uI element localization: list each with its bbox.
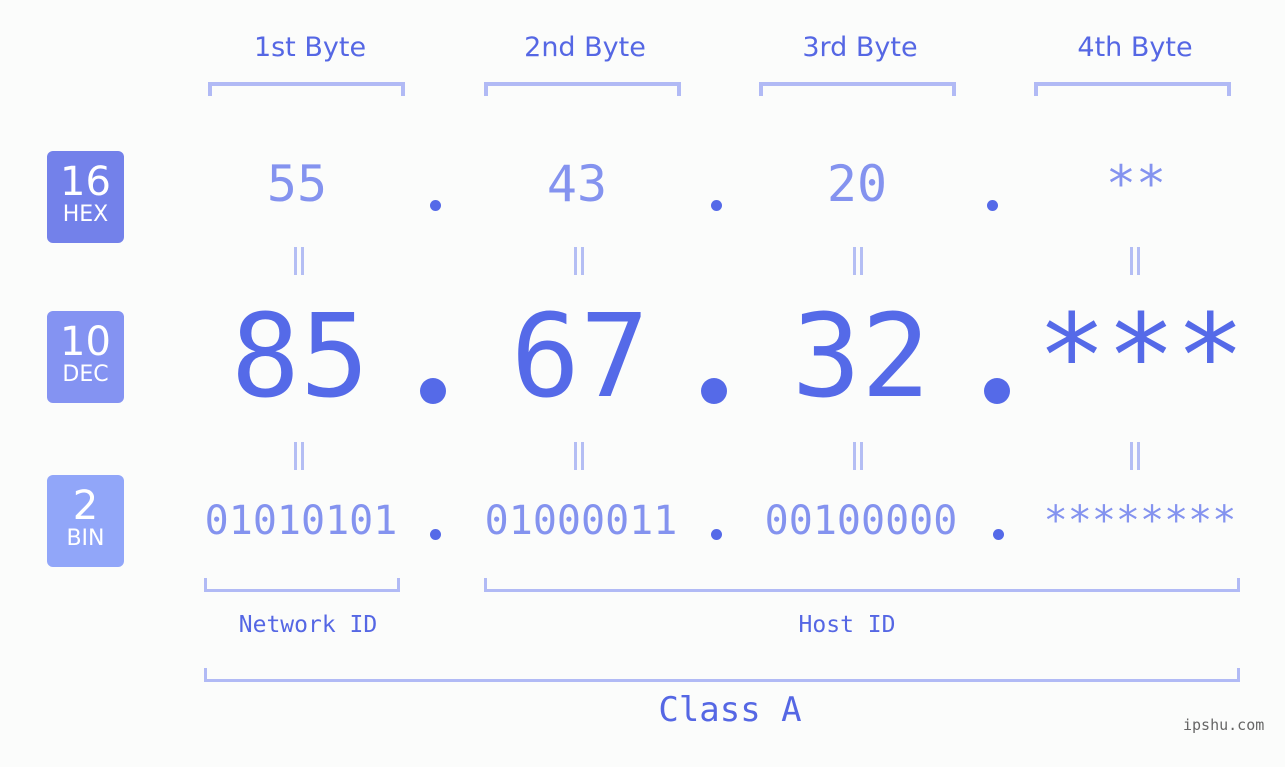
bin-label: BIN: [66, 526, 105, 551]
hex-byte-1: 55: [266, 155, 328, 213]
byte-bracket-2: [484, 82, 681, 96]
bin-base: 2: [72, 483, 99, 529]
hex-separator-dot: [430, 200, 441, 211]
bin-byte-1: 01010101: [204, 498, 398, 544]
class-label: Class A: [658, 690, 802, 730]
bin-badge: 2 BIN: [47, 475, 124, 567]
hex-badge: 16 HEX: [47, 151, 124, 243]
dec-byte-1: 85: [230, 290, 370, 424]
hex-byte-3: 20: [826, 155, 888, 213]
hex-byte-4: **: [1105, 155, 1167, 213]
hex-base: 16: [60, 159, 111, 205]
network-id-label: Network ID: [238, 612, 378, 638]
bin-separator-dot: [711, 529, 722, 540]
hex-separator-dot: [711, 200, 722, 211]
equals-icon: [572, 247, 586, 275]
network-id-bracket: [204, 578, 400, 592]
bin-byte-2: 01000011: [484, 498, 678, 544]
dec-separator-dot: [701, 378, 727, 404]
dec-separator-dot: [420, 378, 446, 404]
byte-header-1: 1st Byte: [253, 32, 367, 63]
dec-label: DEC: [62, 362, 109, 387]
byte-header-2: 2nd Byte: [524, 32, 646, 63]
equals-icon: [1128, 247, 1142, 275]
equals-icon: [292, 247, 306, 275]
bin-byte-3: 00100000: [764, 498, 958, 544]
equals-icon: [292, 442, 306, 470]
host-id-bracket: [484, 578, 1240, 592]
byte-bracket-4: [1034, 82, 1231, 96]
hex-byte-2: 43: [546, 155, 608, 213]
equals-icon: [851, 442, 865, 470]
byte-header-3: 3rd Byte: [802, 32, 918, 63]
bin-separator-dot: [993, 529, 1004, 540]
bin-separator-dot: [430, 529, 441, 540]
dec-byte-3: 32: [791, 290, 931, 424]
hex-separator-dot: [987, 200, 998, 211]
equals-icon: [572, 442, 586, 470]
equals-icon: [851, 247, 865, 275]
watermark: ipshu.com: [1183, 716, 1265, 734]
byte-bracket-1: [208, 82, 405, 96]
equals-icon: [1128, 442, 1142, 470]
hex-label: HEX: [62, 202, 109, 227]
class-bracket: [204, 668, 1240, 682]
bin-byte-4: ********: [1043, 498, 1237, 544]
dec-base: 10: [60, 319, 111, 365]
host-id-label: Host ID: [798, 612, 896, 638]
byte-bracket-3: [759, 82, 956, 96]
dec-byte-4: ***: [1037, 290, 1245, 424]
dec-badge: 10 DEC: [47, 311, 124, 403]
dec-byte-2: 67: [510, 290, 650, 424]
byte-header-4: 4th Byte: [1077, 32, 1193, 63]
dec-separator-dot: [984, 378, 1010, 404]
